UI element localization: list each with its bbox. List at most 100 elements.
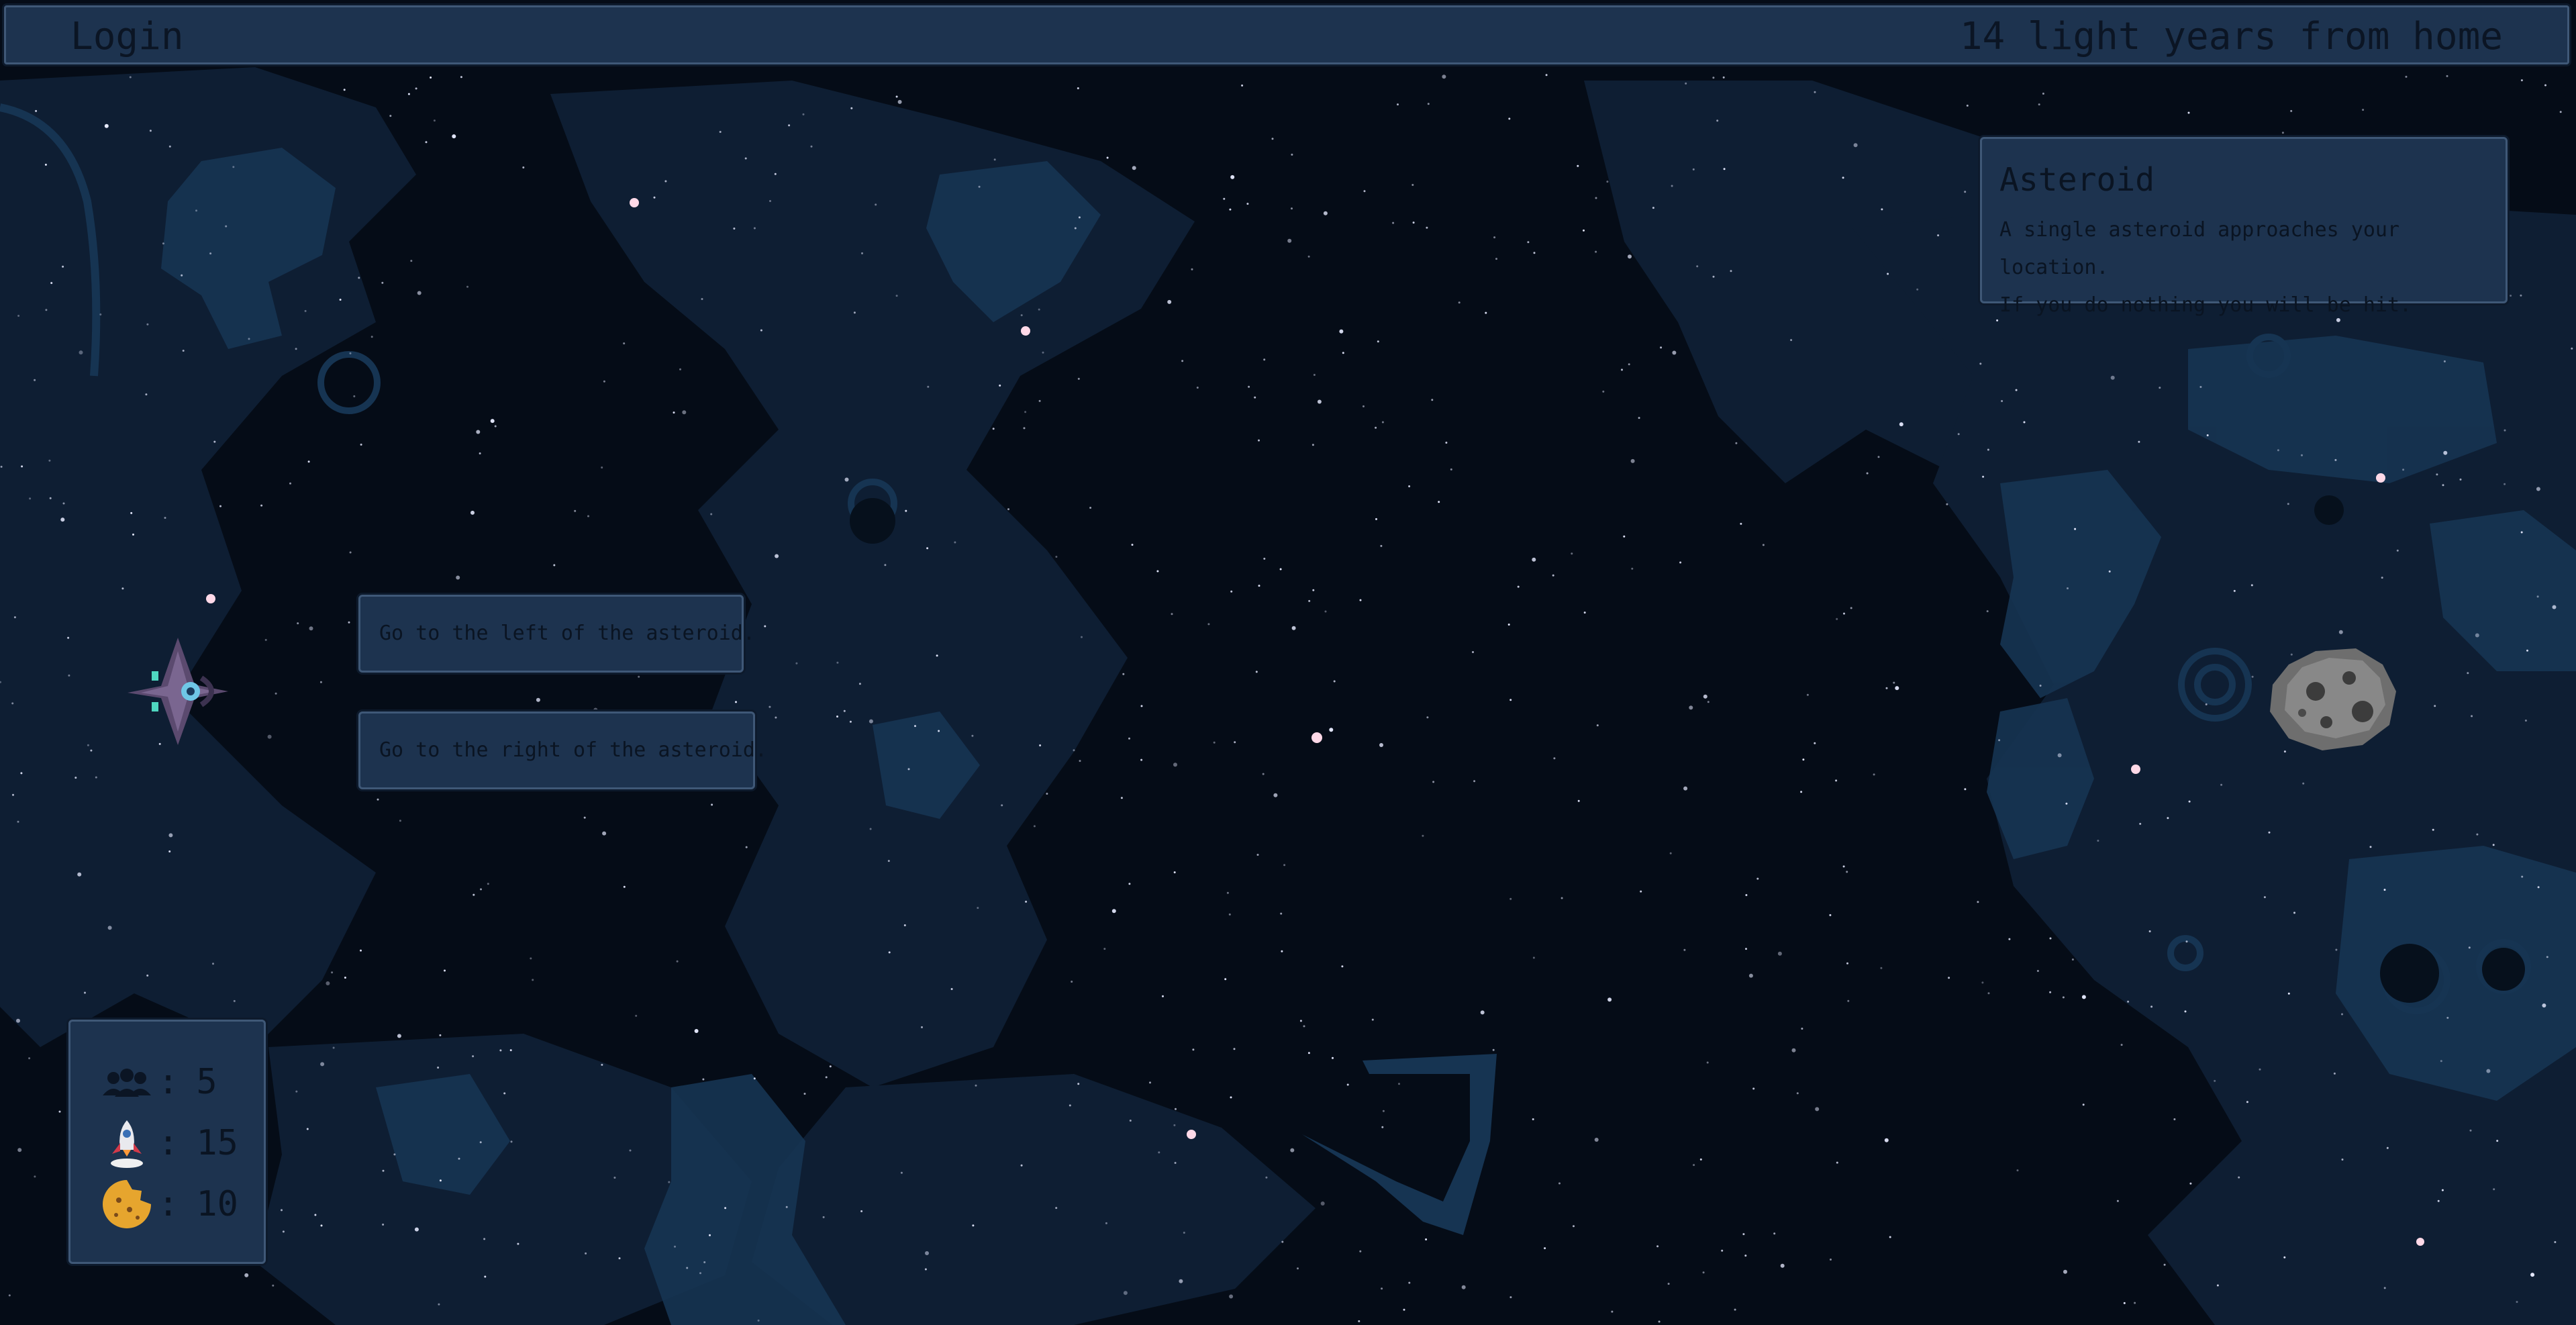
- star: [1866, 472, 1869, 475]
- star: [1375, 518, 1377, 520]
- star: [1038, 399, 1041, 402]
- choice-left-button[interactable]: Go to the left of the asteroid.: [358, 595, 755, 673]
- star: [1730, 270, 1732, 273]
- star: [2492, 844, 2495, 846]
- star: [553, 564, 556, 567]
- star: [2520, 79, 2523, 82]
- star: [132, 533, 134, 536]
- star: [358, 277, 360, 279]
- star: [744, 157, 747, 160]
- star: [1843, 612, 1845, 615]
- star: [1263, 358, 1266, 361]
- star: [1723, 168, 1726, 170]
- star: [992, 428, 995, 430]
- star: [2057, 753, 2062, 758]
- star: [1105, 1222, 1107, 1224]
- star: [1279, 568, 1282, 571]
- star: [360, 949, 362, 952]
- star: [2552, 605, 2557, 609]
- star: [1291, 153, 1293, 156]
- star: [2039, 685, 2042, 687]
- star: [360, 443, 362, 446]
- star: [1887, 273, 1889, 275]
- star: [1957, 433, 1960, 436]
- star: [2405, 75, 2408, 78]
- star: [1595, 250, 1597, 253]
- star: [425, 141, 428, 144]
- star: [849, 720, 852, 723]
- star: [2446, 75, 2448, 77]
- star: [225, 225, 228, 228]
- star: [1748, 973, 1753, 978]
- star: [1207, 623, 1210, 626]
- star: [1291, 207, 1293, 210]
- star: [1473, 780, 1476, 783]
- star: [1313, 374, 1316, 376]
- star: [2521, 875, 2524, 878]
- star: [775, 716, 777, 719]
- star: [2167, 817, 2169, 820]
- star: [1122, 673, 1125, 675]
- star: [314, 1214, 317, 1216]
- star: [1173, 1124, 1176, 1126]
- star: [1752, 1087, 1755, 1090]
- star: [480, 888, 482, 891]
- star: [1631, 567, 1634, 570]
- star: [2443, 450, 2448, 455]
- star: [1527, 241, 1530, 244]
- star: [1079, 760, 1081, 763]
- star: [2520, 531, 2523, 534]
- star: [272, 1284, 275, 1287]
- star: [2038, 103, 2040, 106]
- star: [2250, 584, 2253, 587]
- star: [181, 274, 183, 277]
- star: [810, 145, 813, 148]
- star: [1103, 948, 1106, 950]
- star: [414, 1227, 419, 1232]
- star: [1801, 1028, 1803, 1030]
- star: [1982, 475, 1985, 478]
- choice-right-button[interactable]: Go to the right of the asteroid.: [358, 711, 767, 789]
- star: [2015, 389, 2018, 391]
- star: [2341, 1013, 2343, 1016]
- star: [1196, 387, 1199, 389]
- star: [711, 803, 713, 806]
- star: [1679, 561, 1682, 564]
- star: [860, 1210, 863, 1212]
- star: [972, 1224, 975, 1227]
- star: [2259, 1068, 2261, 1071]
- star: [2065, 802, 2068, 805]
- star: [1721, 1249, 1724, 1252]
- star: [522, 166, 525, 168]
- star: [1111, 909, 1116, 914]
- star: [1020, 1164, 1023, 1167]
- star: [1899, 422, 1903, 427]
- star: [975, 1084, 977, 1087]
- star: [1358, 1320, 1360, 1322]
- star: [1431, 399, 1434, 401]
- star: [1461, 1285, 1466, 1289]
- star: [1271, 138, 1274, 140]
- star: [2459, 478, 2462, 481]
- star: [1281, 1240, 1284, 1243]
- star: [29, 497, 32, 500]
- star: [1583, 229, 1585, 232]
- star: [753, 1077, 756, 1080]
- star: [45, 309, 48, 311]
- star: [888, 951, 891, 954]
- star: [1375, 426, 1377, 429]
- star: [574, 509, 577, 512]
- star: [433, 119, 436, 122]
- star: [613, 1177, 616, 1179]
- star: [1480, 1010, 1485, 1015]
- star: [1223, 197, 1226, 200]
- star: [788, 124, 791, 127]
- star: [1630, 458, 1635, 463]
- login-button[interactable]: Login: [70, 17, 184, 57]
- star: [760, 329, 762, 332]
- star: [1683, 786, 1688, 791]
- star: [1986, 610, 1989, 613]
- star: [209, 252, 212, 255]
- asteroid-sprite: [2270, 648, 2396, 750]
- star: [1545, 74, 1548, 77]
